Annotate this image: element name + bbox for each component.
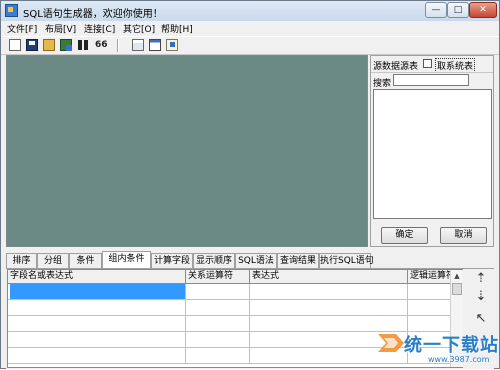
columns-icon[interactable]: [78, 39, 90, 51]
tab-display-order[interactable]: 显示顺序: [193, 253, 235, 268]
tab-group[interactable]: 分组: [37, 253, 69, 268]
separator-icon[interactable]: [132, 39, 144, 51]
sql-icon[interactable]: 66: [95, 39, 113, 51]
minimize-button[interactable]: —: [425, 2, 447, 18]
table-row: [8, 284, 462, 300]
tab-condition[interactable]: 条件: [69, 253, 102, 268]
move-down-icon[interactable]: ⇣: [473, 289, 489, 305]
table-row: [8, 300, 462, 316]
window-title: SQL语句生成器，欢迎你使用！: [23, 9, 163, 20]
panel-divider: [371, 72, 493, 73]
grid-cell[interactable]: [8, 300, 186, 315]
design-canvas[interactable]: [6, 55, 368, 247]
scroll-up-icon[interactable]: ▲: [452, 271, 462, 281]
system-table-checkbox[interactable]: [423, 59, 432, 68]
tab-group-condition[interactable]: 组内条件: [102, 251, 151, 268]
diagonal-arrow-icon[interactable]: ↖: [473, 311, 489, 327]
menu-bar: 文件[F] 布局[V] 连接[C] 其它[O] 帮助[H]: [1, 21, 499, 36]
menu-file[interactable]: 文件[F]: [7, 22, 37, 35]
grid-cell[interactable]: [8, 332, 186, 347]
grid-cell[interactable]: [186, 316, 250, 331]
maximize-button[interactable]: □: [447, 2, 469, 18]
system-table-label[interactable]: 取系统表: [435, 58, 476, 73]
toolbar: 66: [1, 36, 499, 55]
menu-connect[interactable]: 连接[C]: [84, 22, 115, 35]
save-icon[interactable]: [26, 39, 38, 51]
tab-query-result[interactable]: 查询结果: [277, 253, 319, 268]
menu-other[interactable]: 其它[O]: [123, 22, 155, 35]
connect-icon[interactable]: [60, 39, 72, 51]
toolbar-separator: [117, 39, 119, 52]
move-up-icon[interactable]: ⇡: [473, 271, 489, 287]
new-icon[interactable]: [9, 39, 21, 51]
title-bar[interactable]: SQL语句生成器，欢迎你使用！ — □ ✕: [1, 1, 499, 22]
grid-cell[interactable]: [250, 300, 408, 315]
tab-sort[interactable]: 排序: [6, 253, 37, 268]
grid-cell[interactable]: [186, 284, 250, 299]
watermark-logo-icon: [378, 334, 404, 352]
menu-help[interactable]: 帮助[H]: [161, 22, 193, 35]
grid-cell[interactable]: [8, 316, 186, 331]
app-icon: [5, 4, 18, 17]
grid-cell[interactable]: [186, 332, 250, 347]
search-label: 搜索: [373, 79, 392, 89]
search-input[interactable]: [393, 74, 469, 86]
column-header-field[interactable]: 字段名或表达式: [8, 270, 186, 283]
right-edge: [494, 55, 499, 247]
source-tables-panel: 源数据源表 取系统表 搜索 确定 取消: [370, 55, 494, 247]
grid-header: 字段名或表达式 关系运算符 表达式 逻辑运算符: [8, 270, 462, 284]
source-tables-label: 源数据源表: [373, 62, 419, 72]
application-window: SQL语句生成器，欢迎你使用！ — □ ✕ 文件[F] 布局[V] 连接[C] …: [0, 0, 500, 369]
grid-cell[interactable]: [186, 300, 250, 315]
tab-sql-syntax[interactable]: SQL语法: [235, 253, 277, 268]
help-icon[interactable]: [166, 39, 178, 51]
scroll-thumb[interactable]: [452, 283, 462, 295]
table-list[interactable]: [373, 89, 492, 219]
grid-cell[interactable]: [10, 284, 186, 299]
column-header-relation[interactable]: 关系运算符: [186, 270, 250, 283]
ok-button[interactable]: 确定: [381, 227, 428, 244]
grid-cell[interactable]: [250, 284, 408, 299]
grid-cell[interactable]: [8, 348, 186, 363]
open-icon[interactable]: [43, 39, 55, 51]
tab-strip: 排序 分组 条件 组内条件 计算字段 显示顺序 SQL语法 查询结果 执行SQL…: [6, 251, 494, 268]
tab-computed-field[interactable]: 计算字段: [151, 253, 193, 268]
tab-execute-sql[interactable]: 执行SQL语句: [319, 253, 374, 268]
watermark: 统一下载站 www.3987.com: [376, 326, 500, 370]
menu-layout[interactable]: 布局[V]: [45, 22, 76, 35]
window-icon[interactable]: [149, 39, 161, 51]
cancel-button[interactable]: 取消: [440, 227, 487, 244]
close-button[interactable]: ✕: [469, 2, 497, 18]
column-header-expression[interactable]: 表达式: [250, 270, 408, 283]
watermark-url: www.3987.com: [428, 355, 490, 364]
watermark-text: 统一下载站: [404, 335, 499, 356]
grid-cell[interactable]: [186, 348, 250, 363]
